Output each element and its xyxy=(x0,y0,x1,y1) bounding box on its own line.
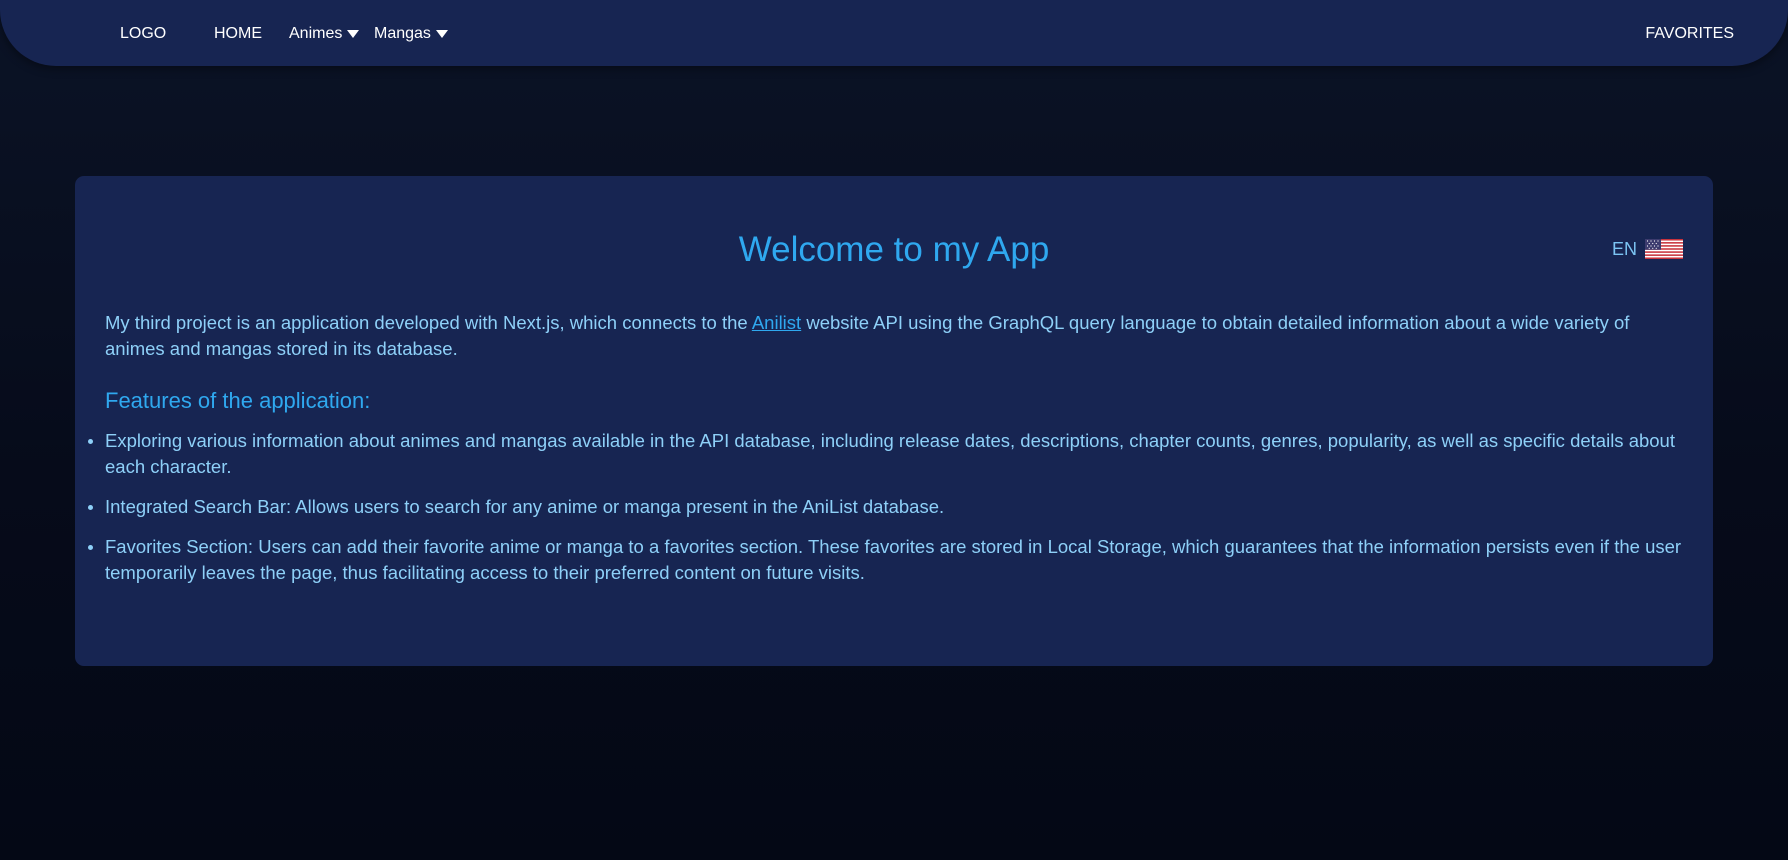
language-code: EN xyxy=(1611,239,1637,259)
anilist-link[interactable]: Anilist xyxy=(752,312,801,333)
nav-mangas-dropdown[interactable]: Mangas xyxy=(374,22,448,46)
intro-text-before-link: My third project is an application devel… xyxy=(105,312,752,333)
top-navbar: LOGO HOME Animes Mangas FAVORITES xyxy=(0,0,1788,66)
language-switcher[interactable]: EN xyxy=(1612,237,1683,261)
caret-down-icon xyxy=(435,29,448,38)
feature-item-favorites: Favorites Section: Users can add their f… xyxy=(88,534,1685,586)
nav-favorites-link[interactable]: FAVORITES xyxy=(1645,22,1734,46)
feature-item-exploring: Exploring various information about anim… xyxy=(88,428,1685,480)
features-heading: Features of the application: xyxy=(105,388,371,413)
us-flag-icon xyxy=(1645,239,1683,259)
feature-item-search-bar: Integrated Search Bar: Allows users to s… xyxy=(88,494,1685,520)
intro-paragraph: My third project is an application devel… xyxy=(105,310,1685,362)
nav-animes-label: Animes xyxy=(289,25,343,42)
nav-home-link[interactable]: HOME xyxy=(214,22,262,46)
welcome-card: Welcome to my App EN My third project is… xyxy=(75,176,1713,666)
nav-animes-dropdown[interactable]: Animes xyxy=(289,22,360,46)
logo-link[interactable]: LOGO xyxy=(120,22,166,46)
caret-down-icon xyxy=(347,29,360,38)
page-title: Welcome to my App xyxy=(738,230,1050,269)
nav-mangas-label: Mangas xyxy=(374,25,431,42)
features-list: Exploring various information about anim… xyxy=(88,428,1685,600)
